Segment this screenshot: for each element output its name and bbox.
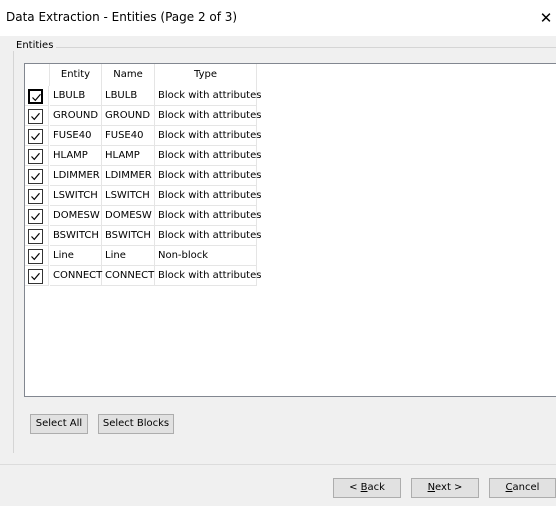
row-checkbox-cell — [25, 106, 49, 126]
checkmark-icon — [32, 93, 41, 102]
header-type[interactable]: Type — [155, 64, 257, 86]
row-checkbox[interactable] — [28, 149, 43, 164]
header-entity[interactable]: Entity — [50, 64, 102, 86]
row-checkbox[interactable] — [28, 269, 43, 284]
cell-type: Block with attributes — [155, 86, 261, 106]
row-checkbox-cell — [25, 266, 49, 286]
row-checkbox[interactable] — [28, 189, 43, 204]
row-checkbox[interactable] — [28, 209, 43, 224]
row-checkbox[interactable] — [28, 109, 43, 124]
row-checkbox[interactable] — [28, 169, 43, 184]
checkmark-icon — [31, 192, 40, 201]
cell-name: LSWITCH — [102, 186, 155, 206]
entities-list[interactable]: Entity Name Type LBULB LBULB Block with at… — [24, 63, 556, 397]
cancel-mnemonic: C — [505, 482, 513, 493]
entities-group-label: Entities — [13, 40, 57, 51]
cell-entity: DOMESW — [50, 206, 102, 226]
cell-type: Non-block — [155, 246, 257, 266]
row-checkbox-cell — [25, 126, 49, 146]
back-prefix: < — [349, 482, 361, 493]
row-checkbox-cell — [25, 206, 49, 226]
cell-name: FUSE40 — [102, 126, 155, 146]
next-rest: ext > — [435, 482, 463, 493]
checkmark-icon — [31, 232, 40, 241]
row-checkbox-cell — [25, 186, 49, 206]
cell-entity: LDIMMER — [50, 166, 102, 186]
back-mnemonic: B — [360, 482, 368, 493]
cell-type: Block with attributes — [155, 206, 261, 226]
row-checkbox[interactable] — [28, 89, 43, 104]
checkmark-icon — [31, 152, 40, 161]
cell-entity: FUSE40 — [50, 126, 102, 146]
row-checkbox-cell — [25, 146, 49, 166]
header-name[interactable]: Name — [102, 64, 155, 86]
row-checkbox-cell — [25, 166, 49, 186]
cell-name: GROUND — [102, 106, 155, 126]
close-icon[interactable]: ✕ — [536, 8, 556, 28]
cell-entity: BSWITCH — [50, 226, 102, 246]
cancel-rest: ancel — [512, 482, 540, 493]
cell-entity: Line — [50, 246, 102, 266]
cell-entity: CONNECT — [50, 266, 102, 286]
checkmark-icon — [31, 132, 40, 141]
cell-entity: HLAMP — [50, 146, 102, 166]
cell-type: Block with attributes — [155, 166, 261, 186]
select-all-button[interactable]: Select All — [30, 414, 88, 434]
row-checkbox-cell — [25, 226, 49, 246]
cell-name: BSWITCH — [102, 226, 155, 246]
cell-type: Block with attributes — [155, 146, 261, 166]
cell-type: Block with attributes — [155, 106, 261, 126]
window-title: Data Extraction - Entities (Page 2 of 3) — [6, 10, 238, 24]
row-checkbox[interactable] — [28, 129, 43, 144]
checkmark-icon — [31, 252, 40, 261]
cell-name: LBULB — [102, 86, 155, 106]
row-checkbox[interactable] — [28, 249, 43, 264]
cell-name: CONNECT — [102, 266, 155, 286]
cell-name: DOMESW — [102, 206, 155, 226]
next-mnemonic: N — [427, 482, 436, 493]
cell-type: Block with attributes — [155, 226, 261, 246]
cell-name: LDIMMER — [102, 166, 155, 186]
back-button[interactable]: < Back — [333, 478, 401, 498]
row-checkbox-cell — [25, 246, 49, 266]
cell-type: Block with attributes — [155, 186, 261, 206]
checkmark-icon — [31, 272, 40, 281]
cell-name: Line — [102, 246, 155, 266]
checkmark-icon — [31, 172, 40, 181]
cell-type: Block with attributes — [155, 126, 261, 146]
select-blocks-button[interactable]: Select Blocks — [98, 414, 174, 434]
footer-separator — [0, 464, 556, 465]
back-rest: ack — [367, 482, 385, 493]
header-checkbox-column[interactable] — [25, 64, 50, 86]
row-checkbox[interactable] — [28, 229, 43, 244]
cell-entity: LBULB — [50, 86, 102, 106]
checkmark-icon — [31, 212, 40, 221]
checkmark-icon — [31, 112, 40, 121]
cell-entity: LSWITCH — [50, 186, 102, 206]
cell-name: HLAMP — [102, 146, 155, 166]
next-button[interactable]: Next > — [411, 478, 479, 498]
title-bar: Data Extraction - Entities (Page 2 of 3)… — [0, 0, 556, 36]
cancel-button[interactable]: Cancel — [489, 478, 556, 498]
cell-entity: GROUND — [50, 106, 102, 126]
cell-type: Block with attributes — [155, 266, 261, 286]
row-checkbox-cell — [25, 86, 49, 106]
